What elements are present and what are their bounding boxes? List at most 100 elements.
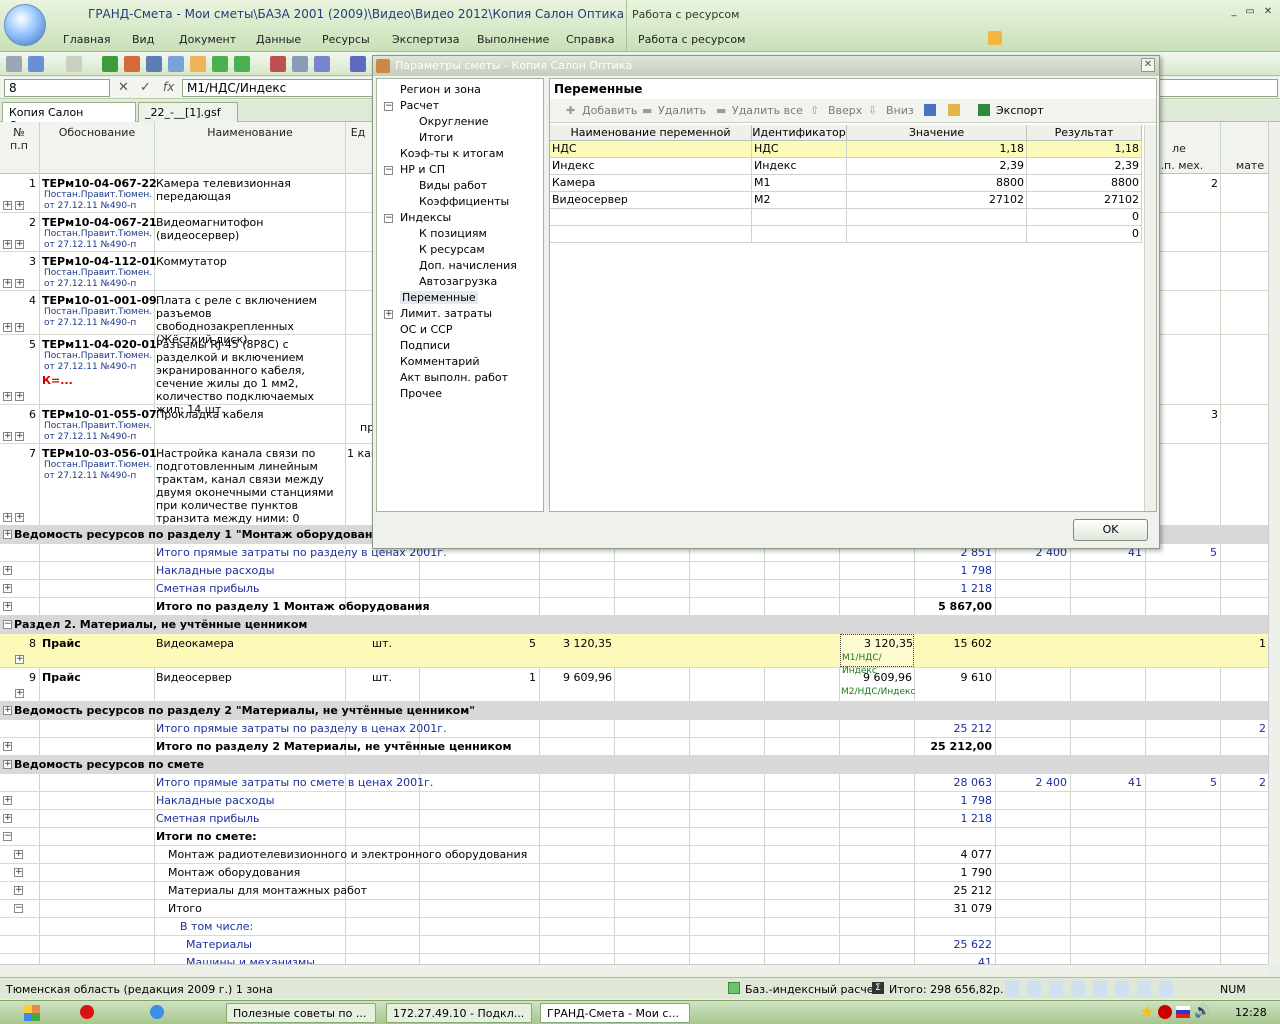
horizontal-scrollbar[interactable]: [0, 964, 1268, 976]
table-row[interactable]: 8 Прайс Видеокамера шт. 5 3 120,35 3 120…: [0, 634, 1268, 676]
variable-cell[interactable]: [752, 209, 847, 226]
variable-cell[interactable]: Индекс: [550, 158, 752, 175]
expand-icon[interactable]: +: [3, 814, 12, 823]
remove-all-icon[interactable]: ▬: [716, 104, 728, 117]
expand-icon[interactable]: +: [3, 706, 12, 715]
ie-icon[interactable]: [150, 1005, 164, 1019]
language-flag-icon[interactable]: [1176, 1006, 1190, 1018]
tree-item[interactable]: Индексы: [400, 211, 451, 224]
print-icon[interactable]: [168, 56, 184, 72]
summary-row[interactable]: + Монтаж радиотелевизионного и электронн…: [0, 846, 1268, 864]
tree-item[interactable]: Лимит. затраты: [400, 307, 492, 320]
expand-icon[interactable]: +: [15, 392, 24, 401]
star-icon[interactable]: [1140, 1005, 1154, 1018]
expand-icon[interactable]: +: [15, 201, 24, 210]
variable-cell[interactable]: [550, 226, 752, 243]
expand-icon[interactable]: +: [15, 432, 24, 441]
summary-row[interactable]: + Итого по разделу 1 Монтаж оборудования…: [0, 598, 1268, 616]
expand-icon[interactable]: +: [3, 566, 12, 575]
summary-row[interactable]: + Итого по разделу 2 Материалы, не учтён…: [0, 738, 1268, 756]
summary-row[interactable]: В том числе:: [0, 918, 1268, 936]
variable-cell[interactable]: НДС: [752, 141, 847, 158]
tree-item[interactable]: Акт выполн. работ: [400, 371, 508, 384]
tree-item[interactable]: Виды работ: [419, 179, 487, 192]
arrow-up-icon[interactable]: ⇧: [810, 104, 822, 117]
tree-item[interactable]: НР и СП: [400, 163, 445, 176]
variable-cell[interactable]: [847, 226, 1027, 243]
save-icon[interactable]: [924, 104, 936, 116]
menu-resources[interactable]: Ресурсы: [322, 33, 370, 46]
expand-icon[interactable]: +: [3, 530, 12, 539]
move-down-button[interactable]: Вниз: [886, 104, 914, 117]
variable-cell[interactable]: 2,39: [1027, 158, 1142, 175]
excel-icon[interactable]: [102, 56, 118, 72]
collapse-icon[interactable]: −: [384, 214, 393, 223]
expand-icon[interactable]: +: [15, 655, 24, 664]
tree-item[interactable]: Итоги: [419, 131, 453, 144]
menu-document[interactable]: Документ: [179, 33, 236, 46]
variable-cell[interactable]: 8800: [847, 175, 1027, 192]
tree-item[interactable]: К позициям: [419, 227, 487, 240]
variable-cell[interactable]: 1,18: [1027, 141, 1142, 158]
expand-icon[interactable]: +: [15, 240, 24, 249]
summary-row[interactable]: Машины и механизмы 41: [0, 954, 1268, 964]
menu-resource-work[interactable]: Работа с ресурсом: [638, 33, 745, 46]
section-resources-row[interactable]: + Ведомость ресурсов по смете: [0, 756, 1268, 774]
menu-execution[interactable]: Выполнение: [477, 33, 549, 46]
summary-row[interactable]: Итого прямые затраты по разделу в ценах …: [0, 720, 1268, 738]
expand-icon[interactable]: +: [3, 760, 12, 769]
tree-item[interactable]: ОС и ССР: [400, 323, 452, 336]
tree-item[interactable]: Подписи: [400, 339, 450, 352]
expand-icon[interactable]: +: [3, 602, 12, 611]
taskbar-item[interactable]: 172.27.49.10 - Подкл...: [386, 1003, 532, 1023]
expand-icon[interactable]: +: [15, 279, 24, 288]
expand-icon[interactable]: +: [384, 310, 393, 319]
variable-cell[interactable]: М1: [752, 175, 847, 192]
variable-cell[interactable]: Индекс: [752, 158, 847, 175]
delete-button[interactable]: Удалить: [658, 104, 706, 117]
section-resources-row[interactable]: + Ведомость ресурсов по разделу 2 "Матер…: [0, 702, 1268, 720]
volume-icon[interactable]: 🔊: [1194, 1004, 1210, 1019]
menu-data[interactable]: Данные: [256, 33, 301, 46]
variable-cell[interactable]: НДС: [550, 141, 752, 158]
settings-icon[interactable]: [146, 56, 162, 72]
antivirus-icon[interactable]: [1158, 1005, 1172, 1019]
dialog-close-icon[interactable]: ✕: [1141, 58, 1155, 72]
add-row-icon[interactable]: [234, 56, 250, 72]
expand-icon[interactable]: +: [3, 240, 12, 249]
variable-cell[interactable]: 8800: [1027, 175, 1142, 192]
collapse-icon[interactable]: −: [3, 832, 12, 841]
variable-cell[interactable]: 2,39: [847, 158, 1027, 175]
column-header[interactable]: Наименование переменной: [550, 125, 752, 141]
table-row[interactable]: 9 Прайс Видеосервер шт. 1 9 609,96 9 609…: [0, 668, 1268, 702]
excel-icon[interactable]: [978, 104, 990, 116]
variable-cell[interactable]: [550, 209, 752, 226]
lock-icon[interactable]: [988, 31, 1002, 45]
summary-row[interactable]: Материалы 25 622: [0, 936, 1268, 954]
taskbar-item[interactable]: Полезные советы по ...: [226, 1003, 376, 1023]
tree-item[interactable]: Округление: [419, 115, 488, 128]
expand-icon[interactable]: +: [14, 886, 23, 895]
variables-scrollbar[interactable]: [1144, 125, 1156, 511]
close-icon[interactable]: ✕: [1262, 6, 1274, 18]
sort-icon[interactable]: [350, 56, 366, 72]
expand-icon[interactable]: +: [3, 432, 12, 441]
resource-icon[interactable]: [270, 56, 286, 72]
redo-icon[interactable]: [66, 56, 82, 72]
confirm-icon[interactable]: ✓: [140, 80, 151, 95]
variable-cell[interactable]: 1,18: [847, 141, 1027, 158]
selected-cell[interactable]: 3 120,35 М1/НДС/Индекс: [840, 634, 914, 676]
variable-cell[interactable]: [752, 226, 847, 243]
menu-help[interactable]: Справка: [566, 33, 614, 46]
expand-icon[interactable]: +: [15, 689, 24, 698]
expand-icon[interactable]: +: [3, 392, 12, 401]
variable-cell[interactable]: 27102: [1027, 192, 1142, 209]
tab-document-1[interactable]: Копия Салон Оптика ✕: [2, 102, 136, 132]
menu-expertise[interactable]: Экспертиза: [392, 33, 459, 46]
move-up-button[interactable]: Вверх: [828, 104, 862, 117]
tree-item[interactable]: Расчет: [400, 99, 439, 112]
delete-all-button[interactable]: Удалить все: [732, 104, 803, 117]
menu-view[interactable]: Вид: [132, 33, 154, 46]
save-icon[interactable]: [6, 56, 22, 72]
expand-icon[interactable]: +: [14, 850, 23, 859]
